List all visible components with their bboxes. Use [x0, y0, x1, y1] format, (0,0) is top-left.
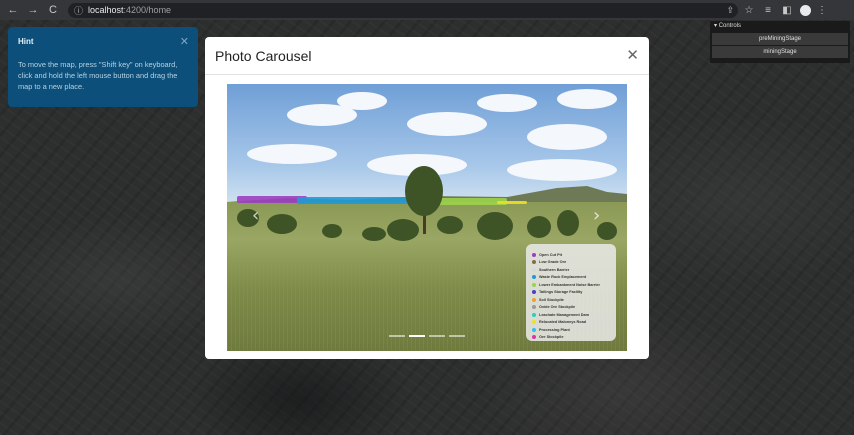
- carousel-indicator[interactable]: [429, 335, 445, 337]
- legend-item: Soil Stockpile: [532, 296, 610, 304]
- carousel-indicator[interactable]: [449, 335, 465, 337]
- controls-panel: ▾ Controls preMiningStage miningStage: [710, 21, 850, 63]
- profile-avatar[interactable]: [800, 4, 811, 16]
- photo-carousel-modal: Photo Carousel ✕ ‹ › Open Cut Pit Low Gr…: [205, 37, 649, 359]
- legend-item: Processing Plant: [532, 326, 610, 334]
- back-icon[interactable]: ←: [6, 3, 20, 17]
- sidepanel-icon[interactable]: ◧: [779, 5, 795, 16]
- legend-label: Relocated Maloneys Road: [539, 320, 587, 325]
- media-icon[interactable]: ≡: [760, 5, 776, 16]
- legend-label: Open Cut Pit: [539, 252, 562, 257]
- legend-label: Soil Stockpile: [539, 297, 564, 302]
- legend-label: Waste Rock Emplacement: [539, 275, 587, 280]
- share-icon[interactable]: ⇪: [726, 5, 734, 16]
- legend-item: Ore Stockpile: [532, 334, 610, 342]
- legend-swatch: [532, 297, 536, 302]
- info-icon[interactable]: ⓘ: [74, 4, 84, 17]
- legend-swatch: [532, 252, 536, 257]
- url-path: :4200/home: [123, 5, 172, 15]
- legend-swatch: [532, 327, 536, 332]
- browser-toolbar: ← → C ⓘ localhost:4200/home ⇪ ☆ ≡ ◧ ⋮: [0, 0, 854, 20]
- hint-close-icon[interactable]: ✕: [180, 35, 189, 48]
- legend-item: Waste Rock Emplacement: [532, 274, 610, 282]
- photo-tree: [405, 166, 443, 216]
- menu-kebab-icon[interactable]: ⋮: [814, 5, 830, 16]
- hint-text: To move the map, press "Shift key" on ke…: [18, 60, 178, 91]
- carousel-indicators: [389, 335, 469, 337]
- carousel-indicator[interactable]: [389, 335, 405, 337]
- photo-carousel[interactable]: ‹ › Open Cut Pit Low Grade Ore Southern Ba…: [227, 84, 627, 351]
- legend-label: Leachate Management Dam: [539, 312, 590, 317]
- controls-header[interactable]: ▾ Controls: [710, 21, 850, 32]
- legend-swatch: [532, 290, 536, 295]
- legend-item: Lower Embankment Noise Barrier: [532, 281, 610, 289]
- hint-panel: Hint ✕ To move the map, press "Shift key…: [8, 27, 198, 107]
- legend-swatch: [532, 305, 536, 310]
- legend-label: Southern Barrier: [539, 267, 570, 272]
- legend-item: Low Grade Ore: [532, 259, 610, 267]
- legend-label: Ore Stockpile: [539, 335, 564, 340]
- bookmark-star-icon[interactable]: ☆: [741, 5, 757, 16]
- legend-label: Oxide Ore Stockpile: [539, 305, 576, 310]
- legend-label: Tailings Storage Facility: [539, 290, 583, 295]
- forward-icon[interactable]: →: [26, 3, 40, 17]
- legend-swatch: [532, 320, 536, 325]
- url-text[interactable]: localhost:4200/home: [88, 5, 171, 15]
- legend-swatch: [532, 282, 536, 287]
- legend-swatch: [532, 335, 536, 340]
- carousel-next-icon[interactable]: ›: [593, 205, 600, 226]
- modal-header: Photo Carousel: [205, 37, 649, 75]
- carousel-prev-icon[interactable]: ‹: [252, 205, 259, 226]
- reload-icon[interactable]: C: [46, 3, 60, 17]
- url-host: localhost: [88, 5, 124, 15]
- modal-title: Photo Carousel: [215, 47, 312, 64]
- legend-label: Low Grade Ore: [539, 260, 567, 265]
- legend-item: Open Cut Pit: [532, 251, 610, 259]
- legend-swatch: [532, 267, 536, 272]
- legend-swatch: [532, 260, 536, 265]
- photo-legend: Open Cut Pit Low Grade Ore Southern Barrie…: [526, 244, 616, 341]
- legend-item: Southern Barrier: [532, 266, 610, 274]
- legend-label: Lower Embankment Noise Barrier: [539, 282, 600, 287]
- legend-swatch: [532, 312, 536, 317]
- hint-title: Hint: [18, 37, 34, 46]
- legend-item: Tailings Storage Facility: [532, 289, 610, 297]
- legend-label: Processing Plant: [539, 327, 570, 332]
- carousel-indicator[interactable]: [409, 335, 425, 337]
- legend-item: Oxide Ore Stockpile: [532, 304, 610, 312]
- controls-title: Controls: [718, 23, 742, 29]
- legend-item: Relocated Maloneys Road: [532, 319, 610, 327]
- control-preminingstage[interactable]: preMiningStage: [712, 33, 848, 45]
- legend-swatch: [532, 275, 536, 280]
- overlay-strip-road: [497, 201, 527, 204]
- address-bar[interactable]: ⓘ localhost:4200/home ⇪: [68, 2, 738, 18]
- control-miningstage[interactable]: miningStage: [712, 46, 848, 58]
- modal-close-icon[interactable]: ✕: [626, 48, 639, 63]
- legend-item: Leachate Management Dam: [532, 311, 610, 319]
